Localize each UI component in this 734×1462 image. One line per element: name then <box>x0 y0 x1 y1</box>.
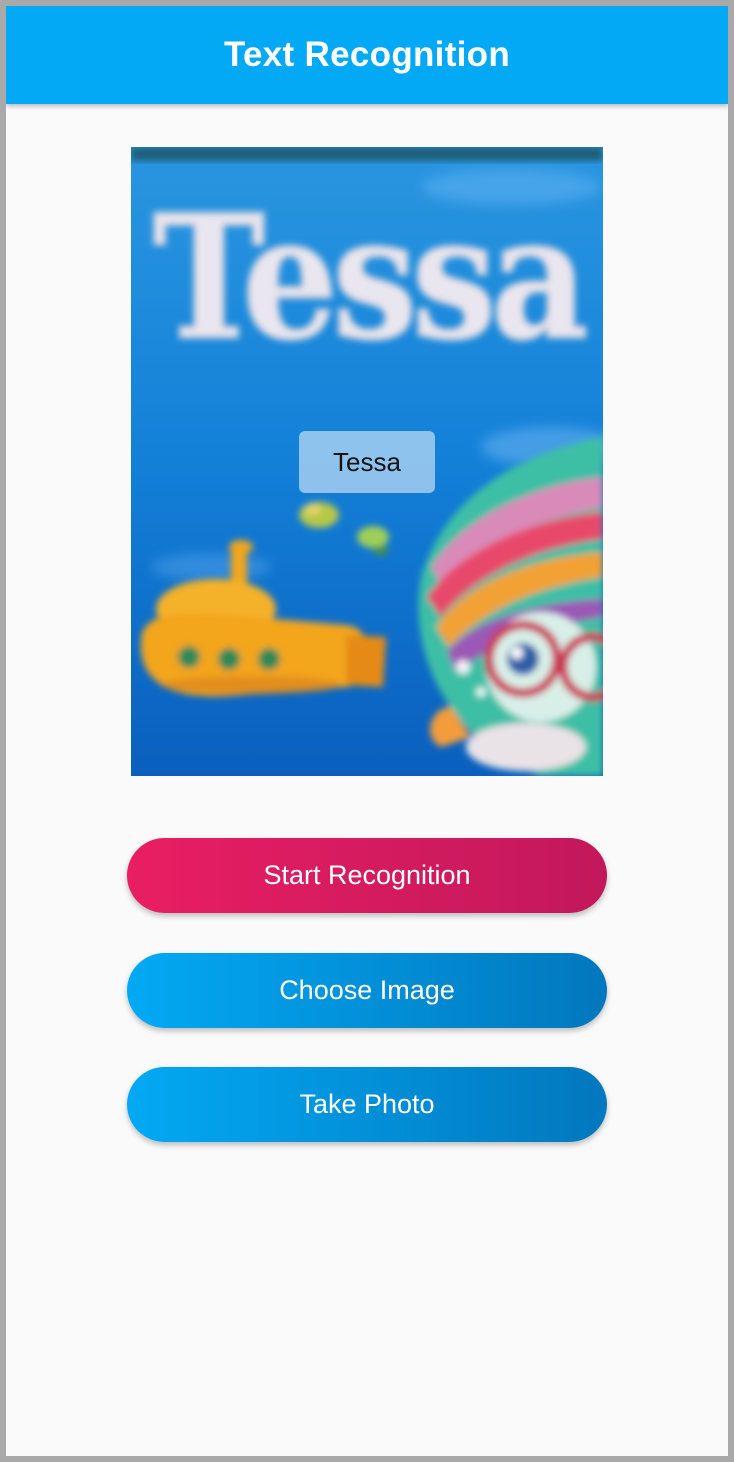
take-photo-button[interactable]: Take Photo <box>127 1067 607 1142</box>
start-recognition-button[interactable]: Start Recognition <box>127 838 607 913</box>
start-recognition-label: Start Recognition <box>263 860 471 890</box>
recognized-text-box: Tessa <box>299 431 435 493</box>
app-screen: Text Recognition Tessa Tessa Start Recog… <box>6 6 728 1456</box>
app-bar: Text Recognition <box>6 6 728 104</box>
image-preview: Tessa Tessa <box>131 147 603 776</box>
recognized-text: Tessa <box>333 446 401 477</box>
choose-image-button[interactable]: Choose Image <box>127 953 607 1028</box>
choose-image-label: Choose Image <box>279 975 455 1005</box>
cover-lettering: Tessa <box>153 178 586 378</box>
take-photo-label: Take Photo <box>299 1089 435 1119</box>
app-title: Text Recognition <box>223 35 511 74</box>
